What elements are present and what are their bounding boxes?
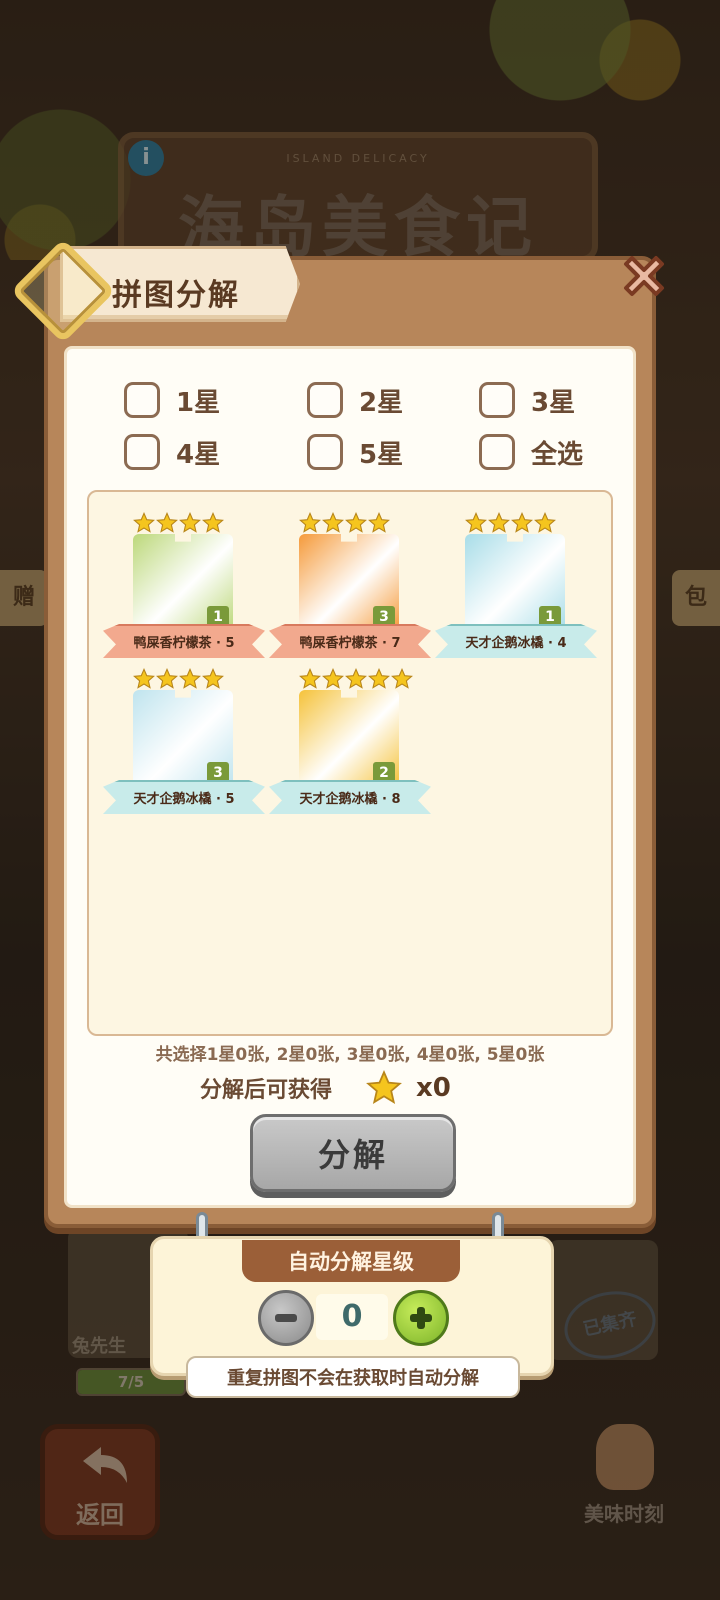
close-icon [624,256,664,296]
star-rating [299,668,413,690]
filter-select-all[interactable]: 全选 [479,432,583,472]
auto-note: 重复拼图不会在获取时自动分解 [227,1368,479,1389]
dialog-title: 拼图分解 [112,278,240,313]
filter-3-star[interactable]: 3星 [479,380,575,420]
piece-name: 鸭屎香柠檬茶 · 5 [133,636,235,651]
auto-star-level: 0 [316,1294,388,1340]
reward-label: 分解后可获得 [200,1078,333,1103]
close-button[interactable] [616,248,672,304]
star-icon [345,668,367,689]
filter-label: 全选 [531,439,584,470]
star-icon [534,512,556,533]
checkbox[interactable] [479,382,515,418]
star-icon [511,512,533,533]
star-icon [179,512,201,533]
star-rating [465,512,556,534]
star-icon [366,1070,402,1104]
puzzle-piece[interactable]: 1 天才企鹅冰橇 · 4 [435,512,597,662]
puzzle-piece[interactable]: 1 鸭屎香柠檬茶 · 5 [103,512,265,662]
piece-name: 天才企鹅冰橇 · 5 [133,792,235,807]
checkbox[interactable] [124,434,160,470]
piece-name: 天才企鹅冰橇 · 4 [465,636,567,651]
star-icon [299,668,321,689]
filter-label: 2星 [359,387,404,418]
star-icon [465,512,487,533]
plus-icon [410,1307,432,1329]
decompose-button[interactable]: 分解 [250,1114,456,1192]
piece-name: 天才企鹅冰橇 · 8 [299,792,401,807]
reward-value: x0 [416,1073,451,1103]
puzzle-piece[interactable]: 3 天才企鹅冰橇 · 5 [103,668,265,818]
star-rating [133,512,224,534]
star-icon [202,668,224,689]
filter-2-star[interactable]: 2星 [307,380,403,420]
star-icon [322,668,344,689]
star-icon [156,668,178,689]
star-icon [345,512,367,533]
selection-summary: 共选择1星0张, 2星0张, 3星0张, 4星0张, 5星0张 [155,1045,545,1065]
piece-name: 鸭屎香柠檬茶 · 7 [299,636,401,651]
star-icon [368,512,390,533]
filter-1-star[interactable]: 1星 [124,380,220,420]
checkbox[interactable] [124,382,160,418]
star-icon [488,512,510,533]
increase-button[interactable] [393,1290,449,1346]
star-icon [368,668,390,689]
filter-5-star[interactable]: 5星 [307,432,403,472]
filter-label: 4星 [176,439,221,470]
star-icon [133,668,155,689]
auto-title: 自动分解星级 [288,1250,414,1274]
filter-4-star[interactable]: 4星 [124,432,220,472]
star-icon [322,512,344,533]
puzzle-piece[interactable]: 3 鸭屎香柠檬茶 · 7 [269,512,431,662]
star-icon [202,512,224,533]
checkbox[interactable] [479,434,515,470]
checkbox[interactable] [307,434,343,470]
star-icon [299,512,321,533]
puzzle-piece-grid: 1 鸭屎香柠檬茶 · 5 3 鸭屎香柠檬茶 · 7 1 天才企鹅冰橇 · 4 3 天才企鹅冰橇… [87,490,613,1036]
reward-row: 分解后可获得 x0 [200,1068,520,1108]
filter-label: 1星 [176,387,221,418]
star-rating [133,668,224,690]
filter-label: 5星 [359,439,404,470]
decrease-button[interactable] [258,1290,314,1346]
star-rating [299,512,390,534]
checkbox[interactable] [307,382,343,418]
auto-note-bar: 重复拼图不会在获取时自动分解 [186,1356,520,1398]
star-icon [156,512,178,533]
auto-title-bar: 自动分解星级 [242,1240,460,1282]
decompose-label: 分解 [317,1136,388,1174]
minus-icon [275,1314,297,1322]
filter-label: 3星 [531,387,576,418]
star-icon [391,668,413,689]
star-icon [179,668,201,689]
star-icon [133,512,155,533]
puzzle-piece[interactable]: 2 天才企鹅冰橇 · 8 [269,668,431,818]
